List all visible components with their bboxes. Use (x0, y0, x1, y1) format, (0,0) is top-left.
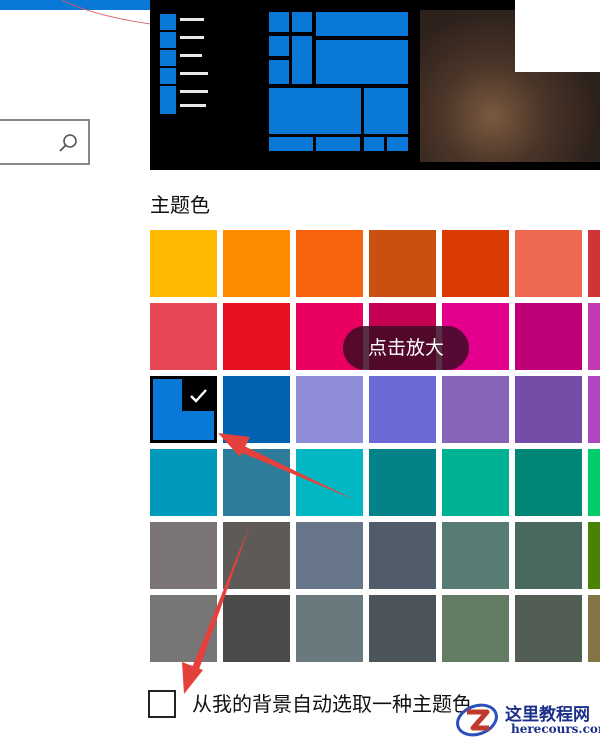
preview-tile (316, 40, 408, 84)
accent-swatch[interactable] (150, 230, 217, 297)
preview-tile (292, 12, 312, 32)
preview-tile (316, 137, 360, 151)
preview-tile (292, 60, 312, 84)
accent-swatch[interactable] (515, 595, 582, 662)
preview-list-icon (160, 32, 176, 48)
accent-swatch[interactable] (150, 595, 217, 662)
accent-swatch[interactable] (588, 449, 600, 516)
preview-tile (364, 88, 408, 134)
accent-swatch[interactable] (296, 376, 363, 443)
accent-swatch[interactable] (515, 230, 582, 297)
accent-swatch[interactable] (150, 522, 217, 589)
accent-swatch[interactable] (588, 303, 600, 370)
accent-swatch[interactable] (150, 303, 217, 370)
preview-tile (269, 88, 361, 134)
accent-swatch[interactable] (223, 595, 290, 662)
preview-list-line (180, 90, 208, 93)
preview-list-line (180, 36, 204, 39)
accent-swatch[interactable] (515, 303, 582, 370)
accent-swatch[interactable] (588, 522, 600, 589)
theme-preview (150, 0, 600, 170)
accent-swatch[interactable] (442, 230, 509, 297)
accent-color-grid (150, 230, 600, 662)
preview-list-line (180, 104, 206, 107)
preview-list-icon (160, 14, 176, 30)
preview-tile (269, 36, 289, 56)
accent-swatch[interactable] (296, 230, 363, 297)
accent-swatch[interactable] (442, 522, 509, 589)
preview-tile (269, 12, 289, 32)
watermark-url: herecours.com (511, 722, 600, 736)
accent-swatch[interactable] (369, 522, 436, 589)
accent-swatch[interactable] (150, 449, 217, 516)
preview-list-line (180, 54, 202, 57)
preview-tile (316, 12, 408, 36)
accent-swatch[interactable] (515, 522, 582, 589)
accent-swatch[interactable] (515, 449, 582, 516)
preview-tile (364, 137, 384, 151)
preview-list-icon (160, 50, 176, 66)
accent-swatch[interactable] (296, 595, 363, 662)
preview-list-icon (160, 68, 176, 84)
accent-swatch[interactable] (588, 595, 600, 662)
watermark-logo-icon (456, 703, 498, 737)
accent-swatch[interactable] (369, 376, 436, 443)
preview-tile (292, 36, 312, 60)
accent-swatch[interactable] (588, 376, 600, 443)
preview-tile (269, 137, 313, 151)
accent-swatch[interactable] (296, 449, 363, 516)
accent-swatch[interactable] (296, 522, 363, 589)
accent-swatch[interactable] (442, 449, 509, 516)
preview-window (515, 0, 600, 72)
preview-list-line (180, 72, 208, 75)
accent-swatch[interactable] (369, 230, 436, 297)
accent-swatch[interactable] (223, 376, 290, 443)
auto-pick-label: 从我的背景自动选取一种主题色 (192, 692, 472, 716)
accent-swatch[interactable] (223, 230, 290, 297)
preview-tile (387, 137, 408, 151)
accent-swatch[interactable] (369, 449, 436, 516)
accent-swatch[interactable] (588, 230, 600, 297)
preview-list-icon (160, 100, 176, 114)
accent-swatch[interactable] (442, 376, 509, 443)
accent-swatch-selected[interactable] (150, 376, 217, 443)
accent-swatch[interactable] (369, 595, 436, 662)
search-input[interactable] (0, 119, 90, 165)
accent-swatch[interactable] (223, 522, 290, 589)
accent-color-heading: 主题色 (150, 193, 210, 217)
accent-swatch[interactable] (515, 376, 582, 443)
accent-swatch[interactable] (442, 595, 509, 662)
preview-list-line (180, 18, 204, 21)
auto-pick-checkbox[interactable] (148, 690, 176, 718)
accent-swatch[interactable] (223, 449, 290, 516)
checkmark-icon (182, 379, 214, 411)
accent-swatch[interactable] (223, 303, 290, 370)
search-icon[interactable] (58, 133, 78, 153)
preview-tile (269, 60, 289, 84)
site-watermark: 这里教程网 herecours.com (455, 698, 600, 741)
zoom-tooltip: 点击放大 (343, 326, 469, 370)
